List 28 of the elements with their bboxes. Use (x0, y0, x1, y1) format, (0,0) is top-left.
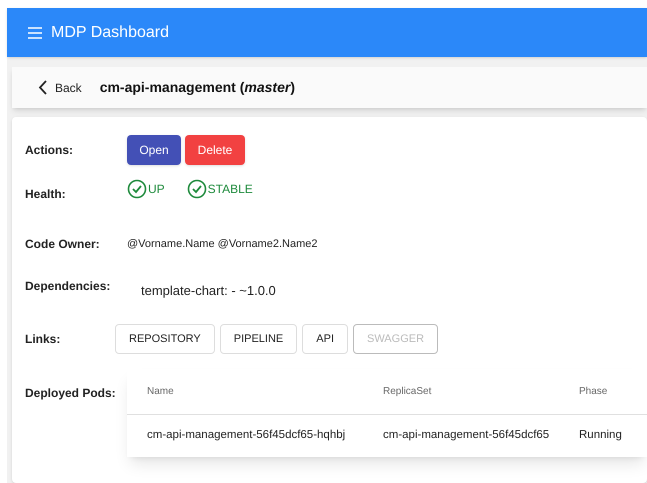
page-title: cm-api-management (master) (100, 78, 295, 97)
column-header: ReplicaSet (383, 385, 432, 399)
check-circle-icon (186, 179, 207, 199)
column-header: Name (147, 385, 175, 399)
link-button[interactable]: PIPELINE (220, 324, 298, 354)
code-owner-value: @Vorname.Name @Vorname2.Name2 (127, 236, 318, 252)
field-label: Links: (25, 331, 62, 348)
action-button[interactable]: Open (127, 135, 181, 165)
chevron-left-icon (38, 80, 47, 95)
back-button[interactable]: Back (38, 78, 82, 96)
menu-icon[interactable] (27, 26, 43, 38)
link-button[interactable]: API (302, 324, 348, 354)
health-status: UP (127, 179, 165, 199)
link-button[interactable]: REPOSITORY (115, 324, 215, 354)
field-label: Dependencies: (25, 278, 112, 295)
table-cell-text: cm-api-management-56f45dcf65 (383, 428, 550, 444)
app-title: MDP Dashboard (51, 22, 169, 42)
column-header: Phase (579, 385, 608, 399)
dependency-item: template-chart: - ~1.0.0 (141, 282, 276, 300)
action-button[interactable]: Delete (185, 135, 245, 165)
field-label: Actions: (25, 142, 74, 159)
table-cell-text: cm-api-management-56f45dcf65-hqhbj (147, 428, 346, 444)
health-status: STABLE (186, 179, 253, 199)
check-circle-icon (127, 179, 147, 199)
field-label: Health: (25, 186, 67, 203)
field-label: Deployed Pods: (25, 386, 116, 400)
field-label: Code Owner: (25, 236, 101, 253)
table-cell-text: Running (579, 428, 623, 444)
